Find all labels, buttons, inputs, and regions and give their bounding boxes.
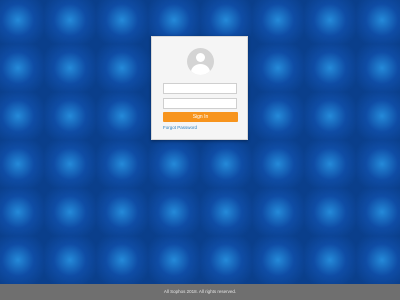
footer-prefix: All (163, 289, 169, 294)
forgot-password-link[interactable]: Forgot Password (163, 125, 197, 130)
user-avatar-icon (187, 48, 214, 75)
avatar-body (191, 64, 210, 75)
password-input[interactable] (163, 98, 237, 109)
username-input[interactable] (163, 83, 237, 94)
avatar-head (196, 53, 205, 62)
sign-in-button[interactable]: Sign In (163, 112, 238, 122)
login-card: Sign In Forgot Password (151, 36, 248, 140)
footer-copyright: All rights reserved. (198, 289, 237, 294)
footer-year: 2018. (186, 289, 198, 294)
footer: All Sophos 2018. All rights reserved. (0, 284, 400, 300)
footer-company: Sophos (170, 289, 186, 294)
